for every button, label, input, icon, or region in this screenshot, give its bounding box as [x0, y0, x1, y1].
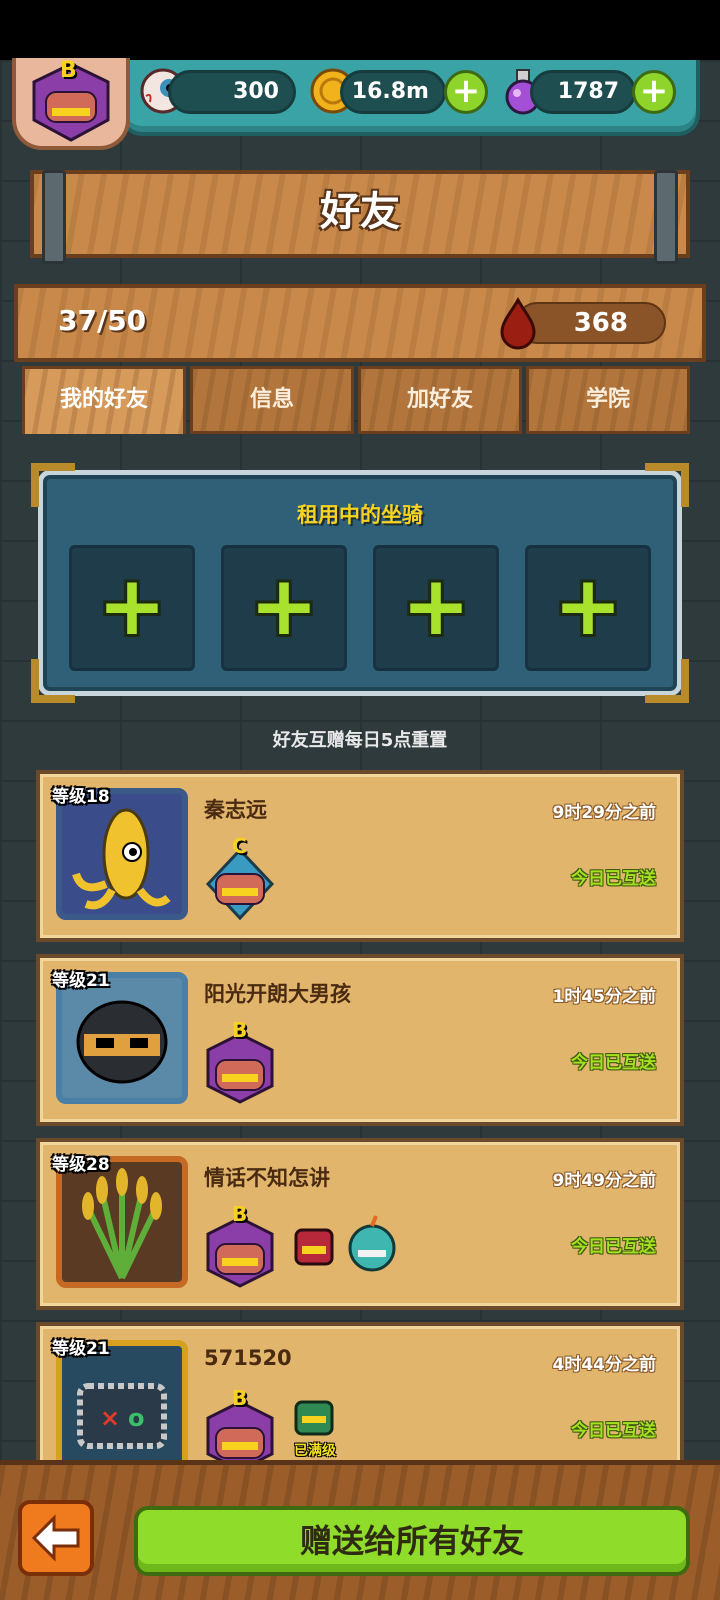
friend-gift-status: 今日已互送 [571, 1421, 656, 1441]
friend-last-seen: 9时49分之前 [552, 1171, 657, 1191]
mount-rank-badge: B [232, 1386, 248, 1410]
friend-avatar [56, 972, 188, 1104]
red-machine-pet-icon [294, 1228, 334, 1266]
add-icon: + [401, 559, 471, 654]
add-icon: + [249, 559, 319, 654]
friend-gift-status: 今日已互送 [571, 869, 656, 889]
svg-text:×: × [100, 1404, 120, 1432]
tab-add-friend[interactable]: 加好友 [358, 366, 522, 434]
daily-reset-note: 好友互赠每日5点重置 [272, 730, 448, 751]
friend-card[interactable]: × o 等级21 571520 4时44分之前 今日已互送 B 已满级 [36, 1322, 684, 1472]
arrow-left-icon [31, 1514, 80, 1562]
blood-drop-icon [500, 296, 536, 350]
friend-card[interactable]: 等级28 情话不知怎讲 9时49分之前 今日已互送 B [36, 1138, 684, 1310]
status-bar [0, 0, 720, 60]
player-avatar[interactable]: B [12, 58, 130, 150]
green-machine-pet-icon [294, 1400, 334, 1436]
add-icon: + [97, 559, 167, 654]
friend-last-seen: 9时29分之前 [552, 803, 657, 823]
mount-rank-badge: B [232, 1018, 248, 1042]
friend-gift-status: 今日已互送 [571, 1237, 656, 1257]
coin-count: 16.8m [340, 70, 446, 114]
eyeball-count: 300 [168, 70, 296, 114]
friend-last-seen: 1时45分之前 [552, 987, 657, 1007]
stats-plank: 37/50 368 [14, 284, 706, 362]
friend-avatar [56, 788, 188, 920]
gift-all-friends-button[interactable]: 赠送给所有好友 [134, 1506, 690, 1576]
friend-name: 571520 [204, 1346, 292, 1370]
potion-count: 1787 [530, 70, 636, 114]
ninja-avatar-icon [76, 1000, 168, 1084]
max-level-label: 已满级 [294, 1443, 336, 1459]
mount-slot-3[interactable]: + [373, 545, 499, 671]
friend-count: 37/50 [58, 304, 147, 337]
squid-avatar-icon [72, 808, 171, 910]
tab-messages[interactable]: 信息 [190, 366, 354, 434]
blood-count: 368 [516, 302, 666, 344]
friend-name: 情话不知怎讲 [204, 1166, 330, 1190]
title-plank: 好友 [30, 170, 690, 264]
tab-academy[interactable]: 学院 [526, 366, 690, 434]
mount-slot-1[interactable]: + [69, 545, 195, 671]
friend-level: 等级21 [52, 1339, 110, 1359]
player-rank-badge: B [60, 58, 77, 83]
rented-mounts-panel: 租用中的坐骑 + + + + [31, 463, 689, 703]
friend-card[interactable]: 等级21 阳光开朗大男孩 1时45分之前 今日已互送 B [36, 954, 684, 1126]
friend-level: 等级28 [52, 1155, 110, 1175]
friend-gift-status: 今日已互送 [571, 1053, 656, 1073]
tab-my-friends[interactable]: 我的好友 [22, 366, 186, 434]
friend-avatar [56, 1156, 188, 1288]
friend-level: 等级18 [52, 787, 110, 807]
resource-bar: 300 16.8m + 1787 + [120, 60, 700, 136]
panel-corner [645, 659, 689, 703]
buy-potions-button[interactable]: + [632, 70, 676, 114]
add-icon: + [553, 559, 623, 654]
mount-slot-4[interactable]: + [525, 545, 651, 671]
tictactoe-avatar-icon: × o [77, 1383, 167, 1449]
page-title: 好友 [320, 189, 400, 235]
friend-avatar: × o [56, 1340, 188, 1472]
friend-name: 阳光开朗大男孩 [204, 982, 351, 1006]
buy-coins-button[interactable]: + [444, 70, 488, 114]
mount-rank-badge: C [232, 834, 247, 858]
rented-mounts-title: 租用中的坐骑 [297, 503, 423, 527]
friend-last-seen: 4时44分之前 [552, 1355, 657, 1375]
friend-level: 等级21 [52, 971, 110, 991]
wheat-avatar-icon [82, 1168, 162, 1280]
mount-slot-2[interactable]: + [221, 545, 347, 671]
friend-card[interactable]: 等级18 秦志远 9时29分之前 今日已互送 C [36, 770, 684, 942]
bomb-pet-icon [348, 1215, 396, 1272]
svg-text:o: o [128, 1404, 145, 1432]
back-button[interactable] [18, 1500, 94, 1576]
friend-name: 秦志远 [204, 798, 267, 822]
mount-rank-badge: B [232, 1202, 248, 1226]
